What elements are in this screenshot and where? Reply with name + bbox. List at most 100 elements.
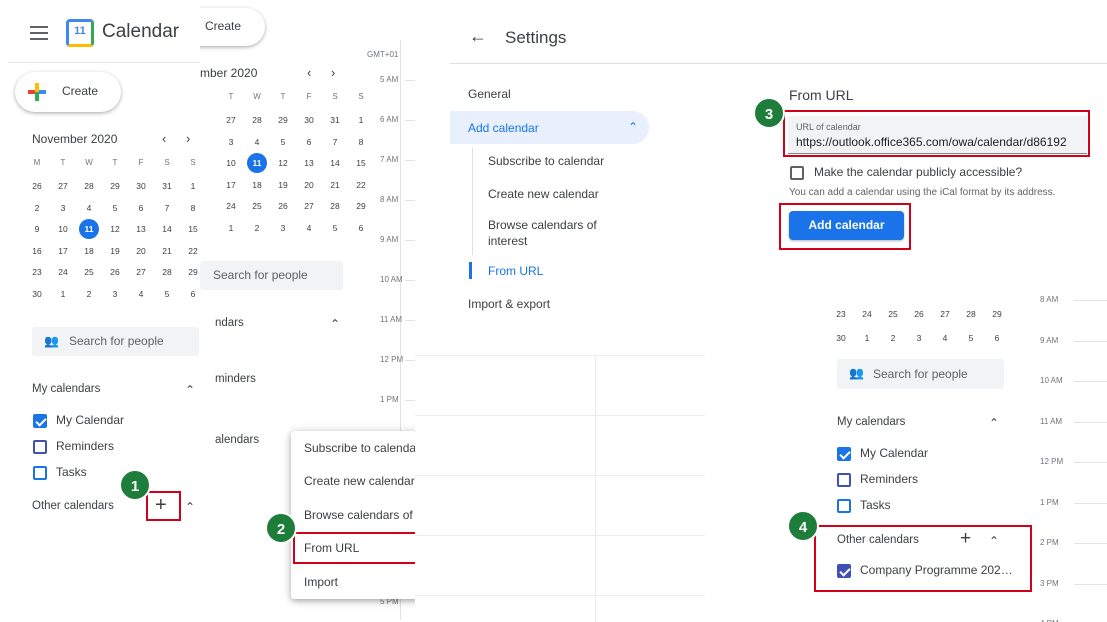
calendar-day[interactable]: 19 [273,180,293,190]
calendar-day[interactable]: 1 [53,289,73,299]
calendar-day[interactable]: 13 [299,158,319,168]
settings-nav-browse[interactable]: Browse calendars of interest [488,217,618,249]
tasks-checkbox[interactable] [33,466,47,480]
menu-item-import[interactable]: Import [304,575,338,589]
calendar-day[interactable]: 18 [247,180,267,190]
calendar-day[interactable]: 4 [79,203,99,213]
calendar-day[interactable]: 29 [987,309,1007,319]
calendar-day[interactable]: 26 [105,267,125,277]
calendar-day[interactable]: 27 [131,267,151,277]
calendar-day[interactable]: 28 [79,181,99,191]
calendar-day[interactable]: 27 [299,201,319,211]
calendar-day[interactable]: 28 [247,115,267,125]
calendar-day[interactable]: 3 [105,289,125,299]
create-button-fragment[interactable]: Create [200,8,265,46]
create-button[interactable]: Create [15,72,121,112]
tasks-checkbox[interactable] [837,499,851,513]
today-date[interactable]: 11 [247,153,267,173]
reminders-label[interactable]: Reminders [860,472,918,486]
calendar-day[interactable]: 18 [79,246,99,256]
calendar-day[interactable]: 4 [131,289,151,299]
calendar-day[interactable]: 19 [105,246,125,256]
add-other-calendars-icon[interactable]: + [155,494,167,517]
public-access-checkbox[interactable] [790,166,804,180]
calendar-day[interactable]: 21 [325,180,345,190]
today-date[interactable]: 11 [79,219,99,239]
calendar-day[interactable]: 25 [247,201,267,211]
settings-nav-add-calendar[interactable]: Add calendar ⌃ [450,111,649,144]
calendar-day[interactable]: 24 [221,201,241,211]
tasks-label[interactable]: Tasks [56,465,87,479]
add-calendar-button[interactable]: Add calendar [789,211,904,240]
collapse-my-calendars-icon[interactable]: ⌃ [989,416,999,430]
calendar-day[interactable]: 1 [857,333,877,343]
calendar-day[interactable]: 3 [273,223,293,233]
calendar-day[interactable]: 26 [273,201,293,211]
calendar-day[interactable]: 13 [131,224,151,234]
reminders-label[interactable]: Reminders [56,439,114,453]
search-people-input[interactable]: Search for people [200,261,343,290]
collapse-icon[interactable]: ⌃ [330,317,340,331]
calendar-day[interactable]: 28 [325,201,345,211]
my-calendar-checkbox[interactable] [33,414,47,428]
calendar-day[interactable]: 25 [883,309,903,319]
calendar-day[interactable]: 29 [273,115,293,125]
calendar-day[interactable]: 6 [351,223,371,233]
company-programme-label[interactable]: Company Programme 202… [860,563,1013,577]
settings-nav-general[interactable]: General [468,87,511,101]
calendar-day[interactable]: 1 [351,115,371,125]
calendar-day[interactable]: 6 [987,333,1007,343]
calendar-day[interactable]: 8 [351,137,371,147]
calendar-day[interactable]: 23 [27,267,47,277]
calendar-day[interactable]: 22 [351,180,371,190]
back-arrow-icon[interactable]: ← [469,26,487,47]
search-people-input[interactable]: 👥 Search for people [837,359,1004,389]
previous-month-icon[interactable]: ‹ [307,65,311,80]
settings-nav-subscribe[interactable]: Subscribe to calendar [488,154,604,168]
tasks-label[interactable]: Tasks [860,498,891,512]
search-people-input[interactable]: 👥 Search for people [32,327,199,356]
calendar-day[interactable]: 26 [27,181,47,191]
my-calendar-label[interactable]: My Calendar [56,413,124,427]
reminders-checkbox[interactable] [837,473,851,487]
calendar-day[interactable]: 15 [351,158,371,168]
calendar-day[interactable]: 27 [53,181,73,191]
calendar-day[interactable]: 2 [79,289,99,299]
calendar-day[interactable]: 24 [53,267,73,277]
calendar-day[interactable]: 2 [883,333,903,343]
calendar-day[interactable]: 17 [221,180,241,190]
collapse-other-calendars-icon[interactable]: ⌃ [989,534,999,548]
previous-month-icon[interactable]: ‹ [162,131,166,146]
collapse-my-calendars-icon[interactable]: ⌃ [185,383,195,397]
calendar-day[interactable]: 26 [909,309,929,319]
add-other-calendars-icon[interactable]: + [960,528,971,550]
next-month-icon[interactable]: › [331,65,335,80]
settings-nav-create-new[interactable]: Create new calendar [488,187,599,201]
calendar-day[interactable]: 3 [909,333,929,343]
calendar-day[interactable]: 3 [221,137,241,147]
calendar-day[interactable]: 20 [131,246,151,256]
calendar-day[interactable]: 30 [27,289,47,299]
calendar-day[interactable]: 4 [299,223,319,233]
calendar-day[interactable]: 5 [325,223,345,233]
calendar-day[interactable]: 5 [105,203,125,213]
calendar-day[interactable]: 4 [935,333,955,343]
calendar-day[interactable]: 12 [273,158,293,168]
calendar-day[interactable]: 10 [53,224,73,234]
calendar-day[interactable]: 24 [857,309,877,319]
calendar-day[interactable]: 23 [831,309,851,319]
calendar-day[interactable]: 16 [27,246,47,256]
calendar-day[interactable]: 30 [131,181,151,191]
calendar-day[interactable]: 7 [157,203,177,213]
calendar-day[interactable]: 3 [53,203,73,213]
calendar-day[interactable]: 21 [157,246,177,256]
calendar-day[interactable]: 6 [131,203,151,213]
calendar-day[interactable]: 4 [247,137,267,147]
calendar-day[interactable]: 29 [351,201,371,211]
calendar-day[interactable]: 9 [27,224,47,234]
calendar-day[interactable]: 6 [299,137,319,147]
calendar-day[interactable]: 2 [27,203,47,213]
calendar-day[interactable]: 20 [299,180,319,190]
calendar-day[interactable]: 30 [299,115,319,125]
calendar-day[interactable]: 14 [325,158,345,168]
